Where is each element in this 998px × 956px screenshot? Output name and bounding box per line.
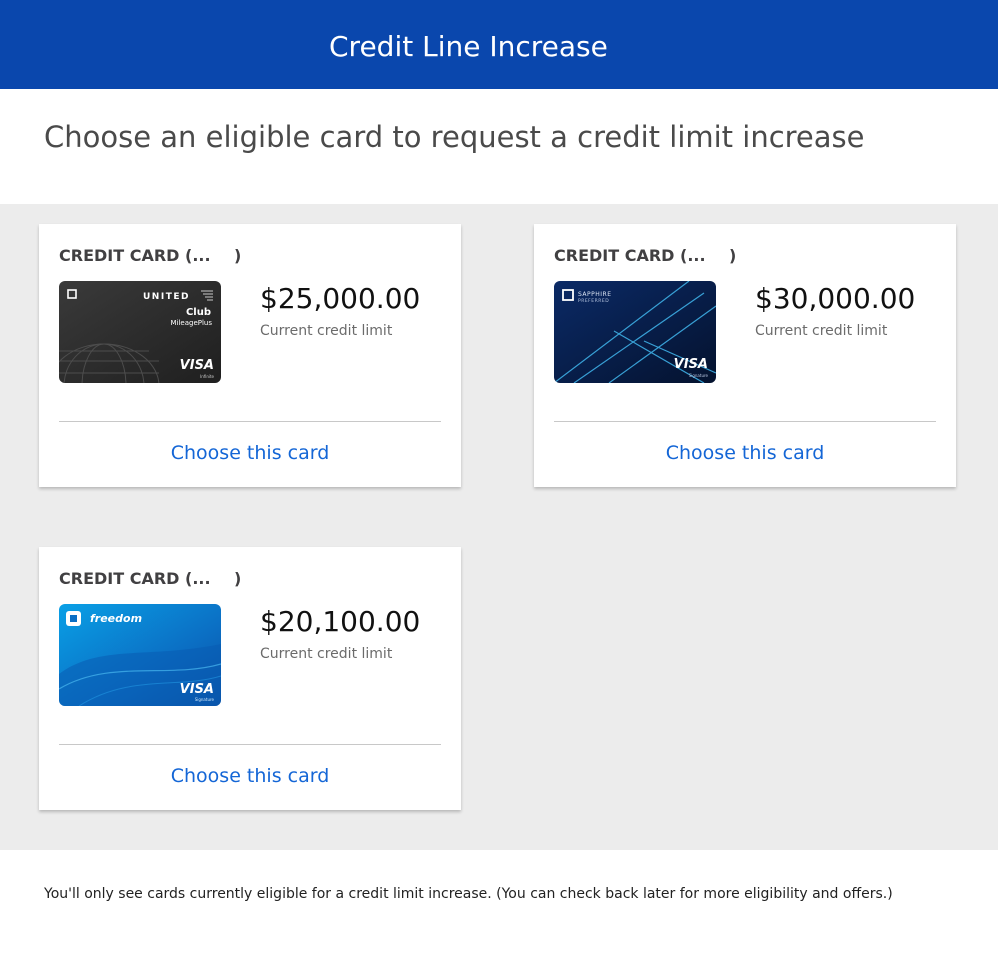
credit-limit-label: Current credit limit bbox=[260, 646, 393, 662]
header-title: Credit Line Increase bbox=[329, 30, 608, 63]
svg-text:VISA: VISA bbox=[674, 357, 708, 372]
card-title: CREDIT CARD (... bbox=[59, 569, 211, 588]
svg-text:VISA: VISA bbox=[180, 358, 214, 373]
credit-limit-amount: $25,000.00 bbox=[260, 282, 421, 315]
chase-logo-icon bbox=[66, 611, 81, 626]
svg-text:Signature: Signature bbox=[689, 373, 709, 378]
cards-area: CREDIT CARD (... ) UNITED Club MileagePl… bbox=[0, 204, 998, 850]
page-heading: Choose an eligible card to request a cre… bbox=[44, 120, 865, 154]
svg-text:MileagePlus: MileagePlus bbox=[170, 319, 212, 327]
credit-limit-amount: $20,100.00 bbox=[260, 605, 421, 638]
choose-this-card-link[interactable]: Choose this card bbox=[534, 442, 956, 464]
svg-text:SAPPHIRE: SAPPHIRE bbox=[578, 291, 612, 298]
card-title: CREDIT CARD (... bbox=[554, 246, 706, 265]
svg-text:VISA: VISA bbox=[180, 682, 214, 697]
svg-text:UNITED: UNITED bbox=[143, 292, 190, 302]
card-tile-united: CREDIT CARD (... ) UNITED Club MileagePl… bbox=[39, 224, 461, 487]
credit-limit-amount: $30,000.00 bbox=[755, 282, 916, 315]
page-header: Credit Line Increase bbox=[0, 0, 998, 89]
card-image-united: UNITED Club MileagePlus VISA Infinite bbox=[59, 281, 221, 383]
choose-this-card-link[interactable]: Choose this card bbox=[39, 442, 461, 464]
svg-text:Signature: Signature bbox=[195, 697, 215, 702]
eligibility-note: You'll only see cards currently eligible… bbox=[44, 886, 893, 902]
card-title-close: ) bbox=[729, 246, 737, 265]
card-image-sapphire: SAPPHIRE PREFERRED VISA Signature bbox=[554, 281, 716, 383]
svg-text:Club: Club bbox=[186, 307, 211, 318]
svg-text:PREFERRED: PREFERRED bbox=[578, 298, 609, 304]
divider bbox=[554, 421, 936, 422]
choose-this-card-link[interactable]: Choose this card bbox=[39, 765, 461, 787]
card-tile-sapphire: CREDIT CARD (... ) SAPPHIRE PREFERRED VI… bbox=[534, 224, 956, 487]
credit-limit-label: Current credit limit bbox=[260, 323, 393, 339]
svg-text:freedom: freedom bbox=[90, 612, 142, 625]
credit-limit-label: Current credit limit bbox=[755, 323, 888, 339]
svg-text:Infinite: Infinite bbox=[200, 374, 214, 379]
card-title-close: ) bbox=[234, 246, 242, 265]
card-title-close: ) bbox=[234, 569, 242, 588]
divider bbox=[59, 421, 441, 422]
card-title: CREDIT CARD (... bbox=[59, 246, 211, 265]
card-tile-freedom: CREDIT CARD (... ) freedom VISA Signatur… bbox=[39, 547, 461, 810]
divider bbox=[59, 744, 441, 745]
card-image-freedom: freedom VISA Signature bbox=[59, 604, 221, 706]
